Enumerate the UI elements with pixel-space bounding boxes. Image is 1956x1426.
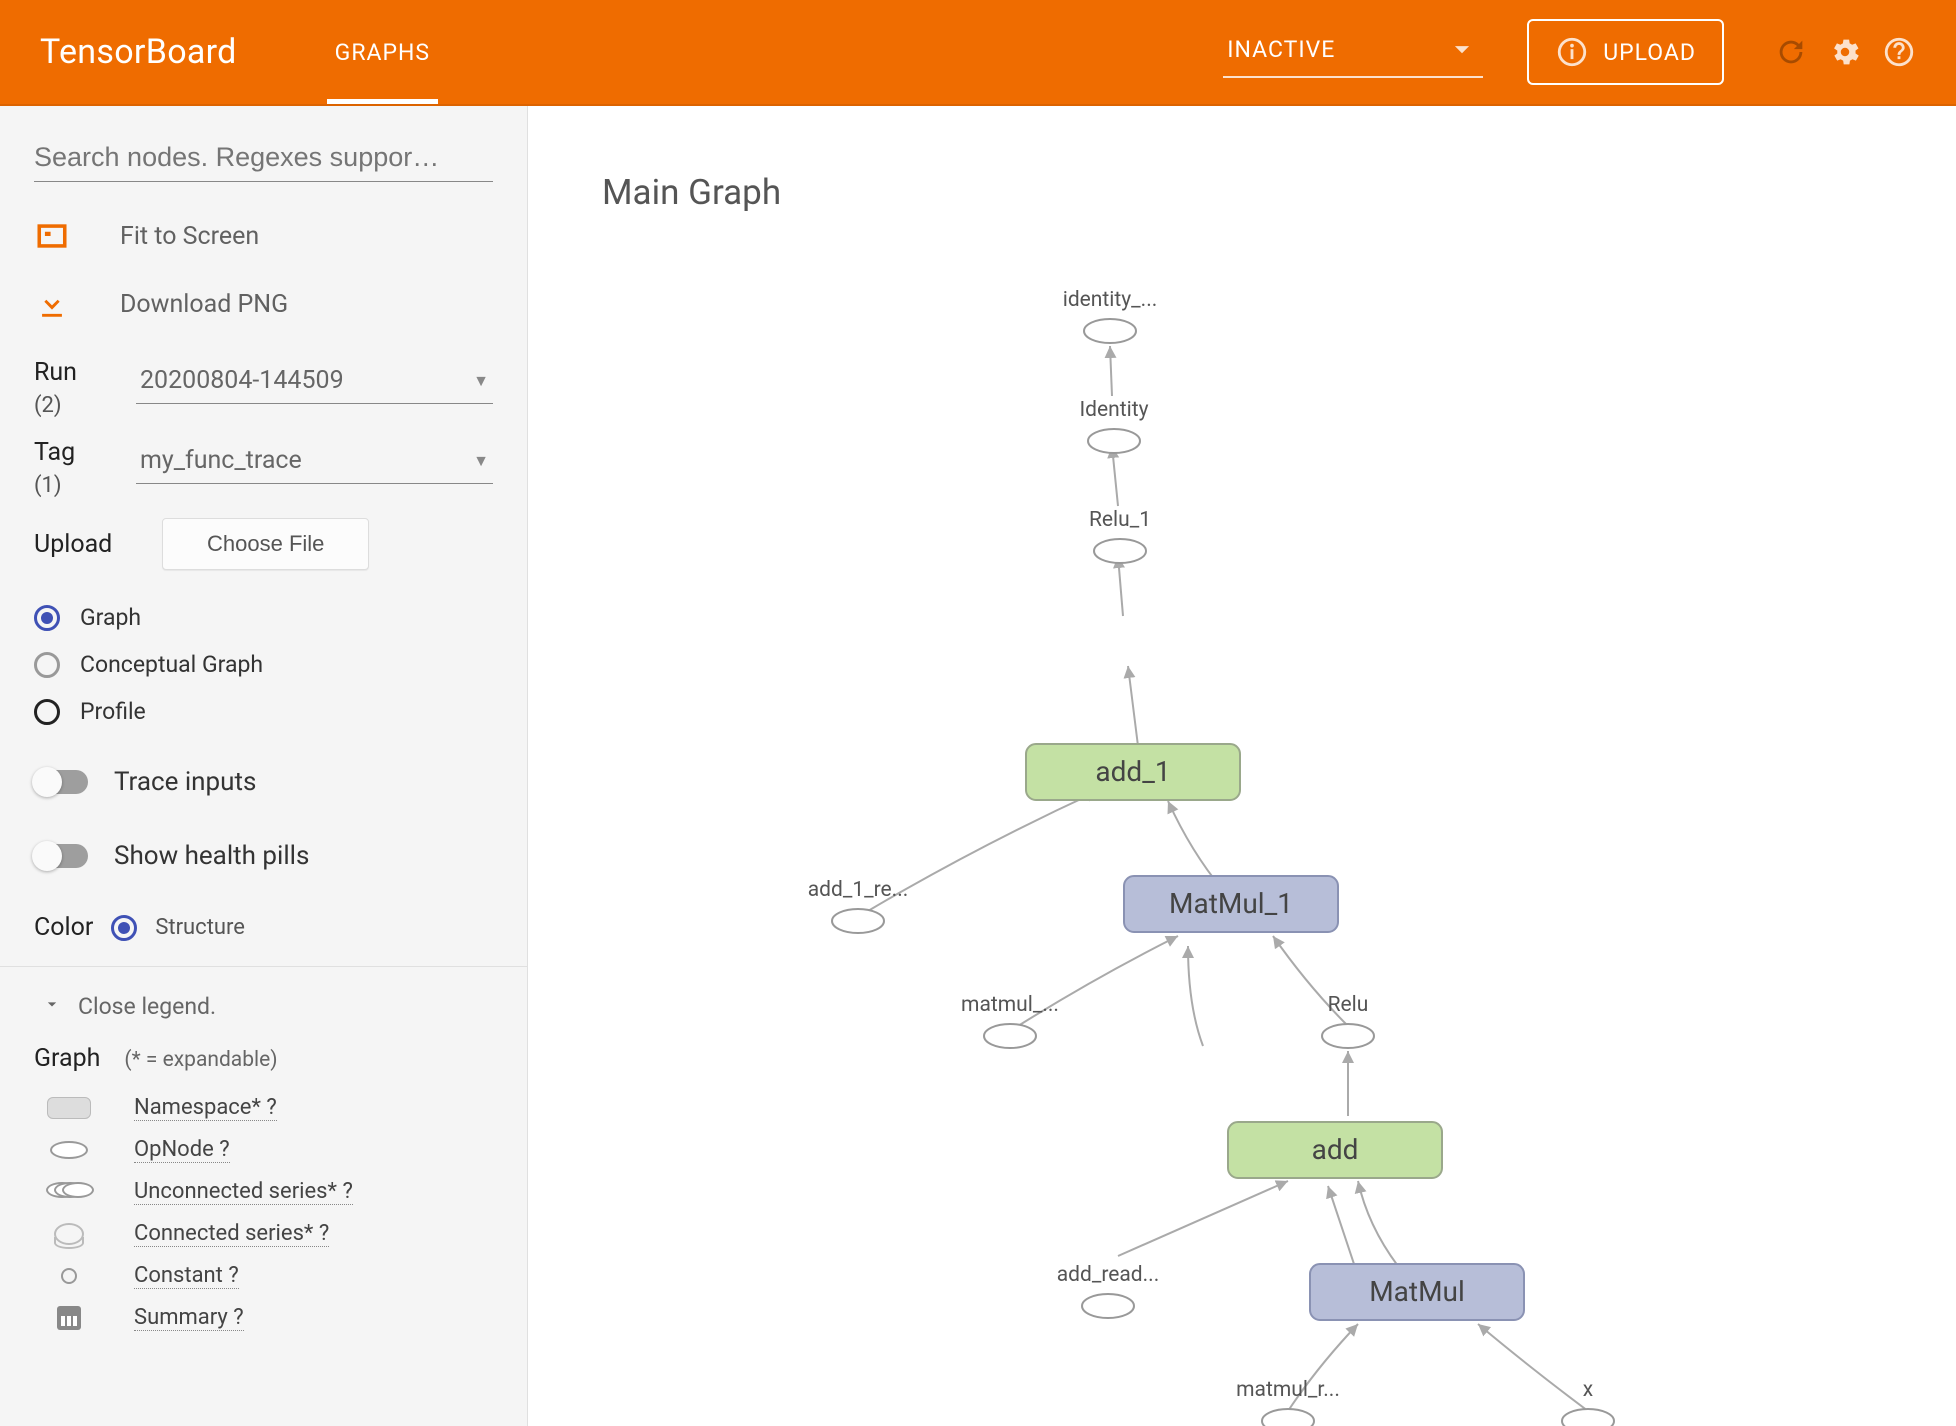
run-select[interactable]: 20200804-144509 ▼ [136, 358, 493, 404]
node-add[interactable]: add [1228, 1122, 1442, 1178]
choose-file-button[interactable]: Choose File [162, 518, 369, 570]
legend-constant: Constant ? [34, 1255, 493, 1297]
upload-row: Upload Choose File [0, 508, 527, 580]
upload-button[interactable]: UPLOAD [1527, 19, 1724, 85]
node-add-1[interactable]: add_1 [1026, 744, 1240, 800]
toggle-icon [34, 844, 88, 868]
legend-namespace: Namespace* ? [34, 1087, 493, 1129]
svg-text:matmul_...: matmul_... [961, 993, 1059, 1017]
caret-down-icon [1445, 32, 1479, 66]
tab-graphs[interactable]: GRAPHS [327, 0, 438, 104]
svg-text:Relu: Relu [1328, 993, 1369, 1017]
legend-summary: Summary ? [34, 1297, 493, 1339]
node-identity[interactable]: Identity [1079, 398, 1148, 453]
radio-icon [34, 605, 60, 631]
node-add-read[interactable]: add_read... [1057, 1263, 1160, 1318]
radio-icon [34, 699, 60, 725]
download-icon [34, 286, 70, 322]
radio-profile[interactable]: Profile [34, 688, 493, 735]
legend-hint: (* = expandable) [124, 1048, 277, 1072]
search-input[interactable] [34, 134, 493, 182]
color-row: Color Structure [0, 893, 527, 966]
svg-text:Identity: Identity [1079, 398, 1148, 422]
inactive-dropdown[interactable]: INACTIVE [1223, 26, 1483, 78]
svg-text:add: add [1312, 1133, 1359, 1166]
tag-row: Tag (1) my_func_trace ▼ [0, 428, 527, 508]
refresh-icon[interactable] [1774, 35, 1808, 69]
node-relu-1[interactable]: Relu_1 [1089, 508, 1151, 563]
legend-opnode: OpNode ? [34, 1129, 493, 1171]
radio-conceptual[interactable]: Conceptual Graph [34, 641, 493, 688]
graph-canvas[interactable]: Main Graph identity_... [528, 106, 1956, 1426]
legend-connected: Connected series* ? [34, 1213, 493, 1255]
legend-title: Graph [34, 1044, 100, 1073]
fit-to-screen-button[interactable]: Fit to Screen [34, 202, 493, 270]
svg-text:add_read...: add_read... [1057, 1263, 1160, 1287]
node-relu[interactable]: Relu [1322, 993, 1374, 1048]
brand-title: TensorBoard [40, 32, 237, 72]
legend-unconnected: Unconnected series* ? [34, 1171, 493, 1213]
radio-graph[interactable]: Graph [34, 594, 493, 641]
svg-text:add_1_re...: add_1_re... [808, 878, 909, 902]
tag-count: (1) [34, 473, 116, 498]
node-identity-return[interactable]: identity_... [1063, 288, 1158, 343]
sidebar: Fit to Screen Download PNG Run (2) 20200… [0, 106, 528, 1426]
download-png-button[interactable]: Download PNG [34, 270, 493, 338]
tag-label: Tag [34, 438, 116, 467]
toggle-health-pills[interactable]: Show health pills [0, 819, 527, 893]
radio-icon [34, 652, 60, 678]
caret-down-icon: ▼ [473, 451, 489, 471]
node-matmul-1[interactable]: MatMul_1 [1124, 876, 1338, 932]
fit-screen-icon [34, 218, 70, 254]
chevron-down-icon [42, 993, 62, 1020]
caret-down-icon: ▼ [473, 371, 489, 391]
svg-text:MatMul_1: MatMul_1 [1169, 887, 1293, 920]
node-matmul-small[interactable]: matmul_... [961, 993, 1059, 1048]
svg-text:add_1: add_1 [1095, 755, 1170, 788]
run-count: (2) [34, 393, 116, 418]
svg-text:matmul_r...: matmul_r... [1236, 1378, 1340, 1402]
node-add1-re[interactable]: add_1_re... [808, 878, 909, 933]
tag-select[interactable]: my_func_trace ▼ [136, 438, 493, 484]
svg-text:identity_...: identity_... [1063, 288, 1158, 312]
svg-text:MatMul: MatMul [1369, 1275, 1465, 1308]
help-icon[interactable] [1882, 35, 1916, 69]
info-icon [1555, 35, 1589, 69]
node-x[interactable]: x [1562, 1378, 1614, 1426]
node-matmul[interactable]: MatMul [1310, 1264, 1524, 1320]
close-legend-button[interactable]: Close legend. [34, 985, 493, 1038]
svg-text:x: x [1583, 1378, 1593, 1402]
app-header: TensorBoard GRAPHS INACTIVE UPLOAD [0, 0, 1956, 106]
header-tabs: GRAPHS [327, 0, 438, 104]
upload-label: UPLOAD [1603, 39, 1696, 66]
svg-text:Relu_1: Relu_1 [1089, 508, 1151, 532]
upload-label: Upload [34, 530, 142, 559]
toggle-trace-inputs[interactable]: Trace inputs [0, 745, 527, 819]
toggle-icon [34, 770, 88, 794]
legend-panel: Close legend. Graph (* = expandable) Nam… [0, 966, 527, 1357]
gear-icon[interactable] [1828, 35, 1862, 69]
node-matmul-r[interactable]: matmul_r... [1236, 1378, 1340, 1426]
run-label: Run [34, 358, 116, 387]
run-row: Run (2) 20200804-144509 ▼ [0, 348, 527, 428]
radio-icon [111, 915, 137, 941]
inactive-label: INACTIVE [1227, 36, 1335, 63]
